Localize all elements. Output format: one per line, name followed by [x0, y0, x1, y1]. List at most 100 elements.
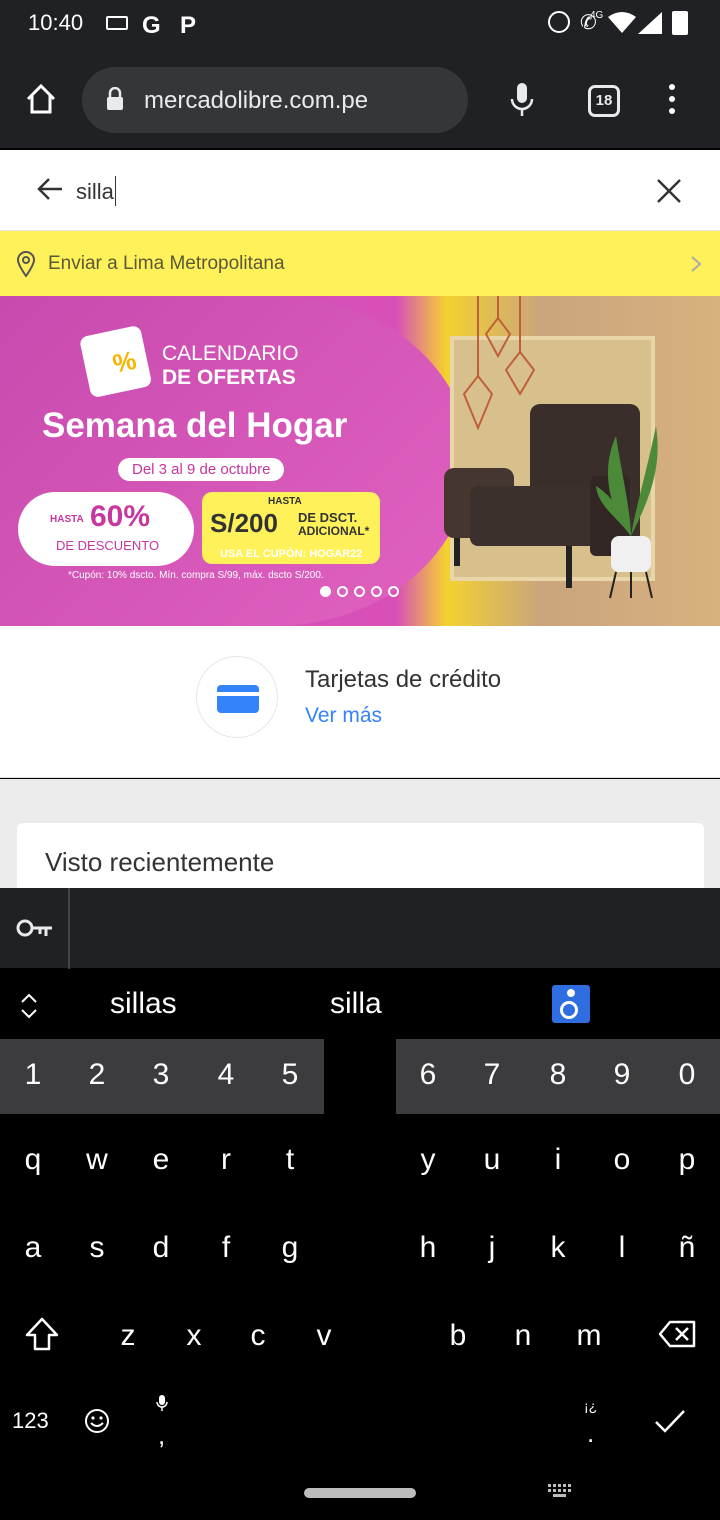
key-w[interactable]: w [67, 1143, 127, 1177]
key-r[interactable]: r [196, 1143, 256, 1177]
key-t[interactable]: t [260, 1143, 320, 1177]
carousel-dot[interactable] [337, 586, 348, 597]
key-b[interactable]: b [428, 1319, 488, 1353]
credit-cards-section: Tarjetas de crédito Ver más [0, 626, 720, 778]
microphone-icon[interactable] [508, 82, 536, 118]
key-p[interactable]: p [657, 1143, 717, 1177]
network-label: 4G [590, 10, 604, 21]
key-n-tilde[interactable]: ñ [657, 1231, 717, 1265]
clear-icon[interactable] [656, 178, 682, 204]
key-k[interactable]: k [528, 1231, 588, 1265]
wifi-icon [608, 12, 636, 33]
discount-percent: 60% [90, 500, 151, 533]
banner-dates: Del 3 al 9 de octubre [118, 458, 285, 481]
key-s[interactable]: s [67, 1231, 127, 1265]
carousel-dot[interactable] [354, 586, 365, 597]
chevron-right-icon [691, 256, 702, 272]
carousel-dot[interactable] [320, 586, 331, 597]
key-8[interactable]: 8 [528, 1058, 588, 1092]
shipping-location-bar[interactable]: Enviar a Lima Metropolitana [0, 231, 720, 296]
key-a[interactable]: a [3, 1231, 63, 1265]
hasta-label-2: HASTA [268, 496, 302, 507]
keyboard-toolbar [0, 888, 720, 969]
key-l[interactable]: l [592, 1231, 652, 1265]
discount-label: DE DESCUENTO [56, 538, 160, 553]
key-period[interactable]: . [587, 1418, 594, 1449]
voice-input-icon[interactable] [156, 1394, 168, 1412]
accessibility-icon[interactable] [552, 985, 590, 1023]
carousel-dot[interactable] [388, 586, 399, 597]
carousel-dot[interactable] [371, 586, 382, 597]
toolbar-divider [68, 888, 70, 969]
banner-line2: DE OFERTAS [162, 366, 296, 389]
tab-switcher-button[interactable]: 18 [588, 85, 620, 117]
discount-amount: S/200 [210, 508, 278, 538]
key-comma[interactable]: , [158, 1420, 165, 1451]
promo-banner[interactable]: % CALENDARIO DE OFERTAS Semana del Hogar… [0, 296, 720, 626]
backspace-icon[interactable] [658, 1320, 696, 1348]
key-d[interactable]: d [131, 1231, 191, 1265]
carousel-dots[interactable] [320, 586, 410, 600]
potted-plant-icon [596, 426, 658, 599]
shipping-location-label: Enviar a Lima Metropolitana [48, 253, 285, 274]
key-n[interactable]: n [493, 1319, 553, 1353]
key-z[interactable]: z [98, 1319, 158, 1353]
signal-icon [638, 12, 662, 34]
keyboard-switch-icon[interactable] [548, 1484, 574, 1500]
alarm-icon [548, 11, 570, 33]
search-input[interactable]: silla [76, 176, 116, 206]
search-input-value: silla [76, 179, 114, 204]
url-bar[interactable]: mercadolibre.com.pe [82, 67, 468, 133]
expand-suggestions-icon[interactable] [20, 993, 38, 1019]
emoji-icon[interactable] [84, 1408, 110, 1434]
back-arrow-icon[interactable] [36, 176, 64, 202]
see-more-link[interactable]: Ver más [305, 704, 382, 728]
amount-label-2: ADICIONAL* [298, 524, 370, 538]
shift-icon[interactable] [24, 1316, 60, 1352]
key-0[interactable]: 0 [657, 1058, 717, 1092]
location-pin-icon [16, 251, 36, 277]
key-g[interactable]: g [260, 1231, 320, 1265]
credit-cards-title: Tarjetas de crédito [305, 666, 502, 693]
coupon-label: USA EL CUPÓN: HOGAR22 [220, 548, 363, 560]
browser-toolbar: mercadolibre.com.pe 18 [0, 48, 720, 148]
punctuation-hint: ¡¿ [584, 1398, 598, 1414]
key-e[interactable]: e [131, 1143, 191, 1177]
key-u[interactable]: u [462, 1143, 522, 1177]
amount-label-1: DE DSCT. [298, 510, 358, 525]
enter-check-icon[interactable] [654, 1408, 686, 1434]
status-time: 10:40 [28, 10, 84, 35]
key-i[interactable]: i [528, 1143, 588, 1177]
key-2[interactable]: 2 [67, 1058, 127, 1092]
key-o[interactable]: o [592, 1143, 652, 1177]
key-x[interactable]: x [164, 1319, 224, 1353]
password-key-icon[interactable] [16, 916, 54, 940]
key-c[interactable]: c [228, 1319, 288, 1353]
keyboard-indicator-icon [106, 16, 128, 30]
hasta-label: HASTA [50, 514, 84, 525]
suggestion-1[interactable]: sillas [110, 987, 177, 1021]
status-bar: 10:40 G P ✆ 4G [0, 0, 720, 48]
key-v[interactable]: v [294, 1319, 354, 1353]
key-1[interactable]: 1 [3, 1058, 63, 1092]
url-text: mercadolibre.com.pe [144, 87, 369, 114]
key-j[interactable]: j [462, 1231, 522, 1265]
home-gesture-pill[interactable] [304, 1488, 416, 1498]
key-7[interactable]: 7 [462, 1058, 522, 1092]
key-f[interactable]: f [196, 1231, 256, 1265]
key-3[interactable]: 3 [131, 1058, 191, 1092]
key-9[interactable]: 9 [592, 1058, 652, 1092]
discount-pill: HASTA 60% DE DESCUENTO [18, 492, 194, 566]
key-5[interactable]: 5 [260, 1058, 320, 1092]
key-123[interactable]: 123 [12, 1408, 49, 1434]
key-6[interactable]: 6 [398, 1058, 458, 1092]
key-4[interactable]: 4 [196, 1058, 256, 1092]
banner-footnote: *Cupón: 10% dscto. Mín. compra S/99, máx… [68, 570, 324, 581]
key-h[interactable]: h [398, 1231, 458, 1265]
key-m[interactable]: m [559, 1319, 619, 1353]
key-q[interactable]: q [3, 1143, 63, 1177]
menu-icon[interactable] [664, 84, 680, 116]
home-icon[interactable] [24, 82, 58, 116]
suggestion-2[interactable]: silla [330, 987, 382, 1021]
key-y[interactable]: y [398, 1143, 458, 1177]
